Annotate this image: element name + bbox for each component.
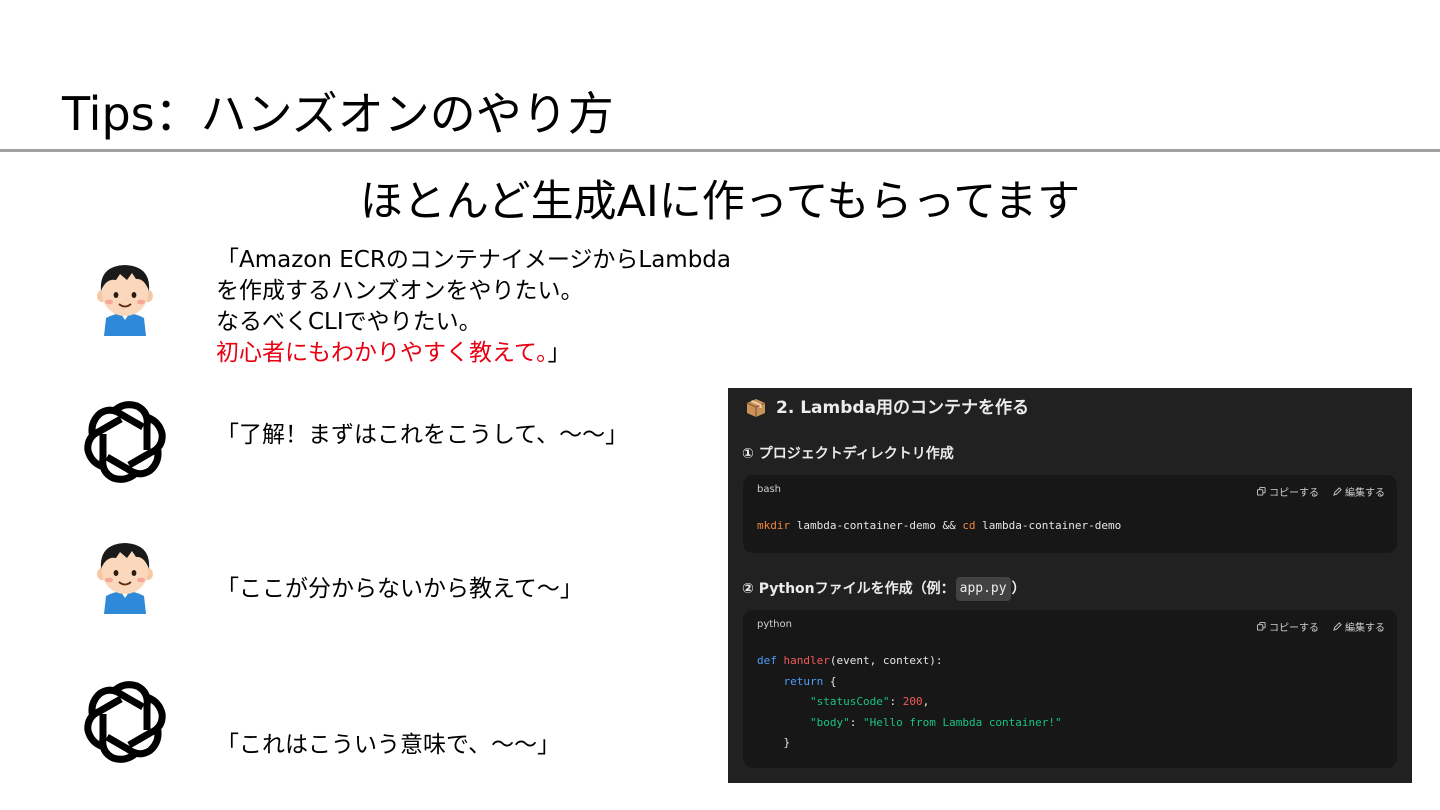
- code-token: lambda-container-demo: [975, 519, 1122, 532]
- code-token: ,: [922, 695, 930, 708]
- code-token: :: [849, 715, 863, 729]
- copy-button-label: コピーする: [1269, 623, 1319, 634]
- package-icon: [746, 399, 766, 417]
- step-2-heading-suffix: ）: [1011, 581, 1026, 597]
- code-line: "statusCode": 200,: [757, 692, 1383, 713]
- code-token: }: [783, 736, 791, 749]
- code-token: lambda-container-demo &&: [790, 519, 963, 532]
- section-heading-text: 2. Lambda用のコンテナを作る: [776, 398, 1030, 418]
- openai-logo-icon: [84, 681, 166, 763]
- code-header: bash コピーする 編集する: [743, 475, 1397, 505]
- code-block-bash: bash コピーする 編集する mkdir lambda-container-d…: [743, 475, 1397, 553]
- user-message-2: 「ここが分からないから教えて～」: [216, 576, 583, 602]
- copy-button-label: コピーする: [1269, 488, 1319, 499]
- code-token: "body": [809, 715, 850, 729]
- copy-button[interactable]: コピーする: [1257, 619, 1319, 634]
- step-2-heading-text: ② Pythonファイルを作成（例：: [742, 581, 955, 597]
- code-token: {: [823, 674, 837, 688]
- ai-message-1: 「了解！まずはこれをこうして、～～」: [216, 422, 629, 448]
- user-message-1: 「Amazon ECRのコンテナイメージからLambda を作成するハンズオンを…: [216, 245, 731, 369]
- code-token: cd: [962, 519, 976, 532]
- edit-button-label: 編集する: [1345, 623, 1385, 634]
- edit-button[interactable]: 編集する: [1333, 619, 1385, 634]
- code-line: }: [757, 733, 1383, 754]
- section-heading: 2. Lambda用のコンテナを作る: [746, 395, 1029, 421]
- code-token: def: [757, 654, 777, 667]
- edit-icon: [1333, 487, 1342, 496]
- inline-code: app.py: [955, 577, 1011, 601]
- message-line: 初心者にもわかりやすく教えて。」: [216, 338, 731, 369]
- message-line: を作成するハンズオンをやりたい。: [216, 278, 584, 304]
- user-avatar-icon: [97, 265, 153, 336]
- code-line: return {: [757, 672, 1383, 693]
- code-content: def handler(event, context): return { "s…: [743, 640, 1397, 754]
- edit-button-label: 編集する: [1345, 488, 1385, 499]
- step-2-heading: ② Pythonファイルを作成（例： app.py）: [742, 577, 1026, 601]
- edit-icon: [1333, 622, 1342, 631]
- message-line: なるべくCLIでやりたい。: [216, 309, 482, 335]
- ai-message-2: 「これはこういう意味で、～～」: [216, 732, 561, 758]
- copy-button[interactable]: コピーする: [1257, 484, 1319, 499]
- code-block-python: python コピーする 編集する def handler(event, con…: [743, 610, 1397, 768]
- title-divider: [0, 149, 1440, 152]
- code-actions: コピーする 編集する: [1257, 484, 1385, 499]
- message-line: 「Amazon ECRのコンテナイメージからLambda: [216, 247, 731, 273]
- copy-icon: [1257, 622, 1266, 631]
- chat-screenshot: 2. Lambda用のコンテナを作る ① プロジェクトディレクトリ作成 bash…: [728, 388, 1412, 783]
- code-line: def handler(event, context):: [757, 651, 1383, 672]
- copy-icon: [1257, 487, 1266, 496]
- openai-logo-icon: [84, 401, 166, 483]
- code-token: mkdir: [757, 519, 791, 532]
- step-1-heading: ① プロジェクトディレクトリ作成: [742, 446, 954, 462]
- code-token: "Hello from Lambda container!": [862, 715, 1062, 729]
- code-header: python コピーする 編集する: [743, 610, 1397, 640]
- code-token: (event, context):: [829, 654, 943, 667]
- highlight-text: 初心者にもわかりやすく教えて。: [216, 340, 548, 366]
- code-language-label: python: [757, 619, 792, 630]
- code-language-label: bash: [757, 484, 782, 495]
- code-content: mkdir lambda-container-demo && cd lambda…: [743, 505, 1397, 537]
- code-line: "body": "Hello from Lambda container!": [757, 713, 1383, 734]
- code-token: :: [889, 695, 903, 708]
- edit-button[interactable]: 編集する: [1333, 484, 1385, 499]
- code-token: "statusCode": [809, 695, 890, 708]
- slide-title: Tips：ハンズオンのやり方: [62, 87, 614, 141]
- code-actions: コピーする 編集する: [1257, 619, 1385, 634]
- closing-bracket: 」: [547, 340, 571, 366]
- code-token: return: [783, 674, 824, 688]
- user-avatar-icon: [97, 543, 153, 614]
- code-token: 200: [902, 695, 923, 708]
- code-token: handler: [783, 654, 830, 667]
- slide-subtitle: ほとんど生成AIに作ってもらってます: [359, 177, 1081, 227]
